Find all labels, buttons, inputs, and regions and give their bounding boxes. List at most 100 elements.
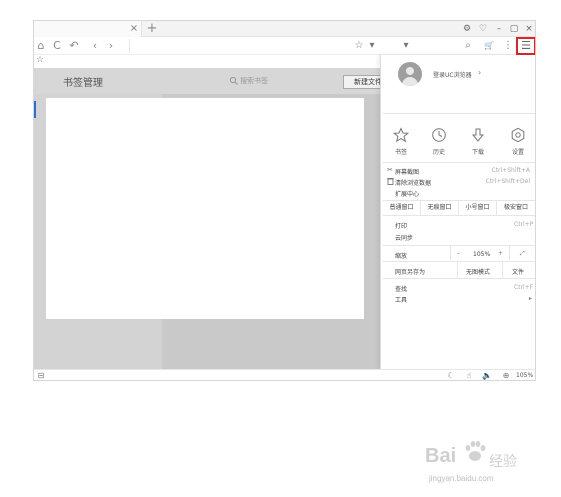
save-page-as-menu-item[interactable]: 网页另存为 — [395, 267, 425, 276]
bookmark-list[interactable] — [46, 98, 364, 319]
home-icon[interactable]: ⌂ — [35, 40, 47, 52]
bookmarks-button[interactable]: 书签 — [388, 127, 414, 157]
favorite-icon[interactable]: ♡ — [477, 23, 489, 35]
file-menu-button[interactable]: 文件 — [512, 267, 524, 276]
zoom-divider — [450, 246, 451, 260]
forward-icon[interactable]: › — [105, 40, 117, 52]
watermark-url: jingyan.baidu.com — [429, 474, 494, 483]
navigation-toolbar: ⌂ C ↶ ‹ › ☆ ▾ ▾ ⌕ 🛒 ⋮ ☰ — [34, 37, 535, 55]
search-icon — [229, 76, 238, 85]
print-menu-item[interactable]: 打印 — [395, 221, 407, 230]
clear-data-shortcut: Ctrl+Shift+Del — [485, 178, 530, 185]
history-button[interactable]: 历史 — [426, 127, 452, 157]
fullscreen-icon[interactable]: ⤢ — [520, 250, 525, 258]
browser-window: × + ⚙ ♡ – ▢ × ⌂ C ↶ ‹ › ☆ ▾ ▾ ⌕ 🛒 ⋮ ☰ ☆ … — [33, 20, 536, 381]
menu-divider — [383, 113, 535, 114]
star-icon — [393, 127, 409, 143]
bookmark-search-input[interactable]: 搜索书签 — [240, 76, 268, 86]
tools-menu-item[interactable]: 工具 — [395, 295, 407, 304]
zoom-in-button[interactable]: + — [498, 250, 503, 257]
bookmarks-label: 书签 — [394, 149, 407, 156]
window-close-icon[interactable]: × — [523, 23, 535, 35]
downloads-label: 下载 — [471, 149, 484, 156]
tab-bar: × + ⚙ ♡ – ▢ × — [34, 21, 535, 37]
menu-divider — [383, 245, 535, 246]
clear-data-label: 清除浏览数据 — [395, 180, 432, 187]
cart-icon[interactable]: 🛒 — [483, 40, 495, 52]
cloud-sync-menu-item[interactable]: 云同步 — [395, 233, 413, 242]
bookmark-star-icon[interactable]: ☆ — [353, 40, 365, 52]
incognito-window-button[interactable]: 无痕窗口 — [421, 201, 459, 215]
extensions-label: 扩展中心 — [395, 191, 420, 198]
main-menu-panel: 登录UC浏览器 › 书签 历史 下载 设置 ✂ 屏幕截图 Ctrl+Shift+… — [380, 55, 535, 369]
screenshot-shortcut: Ctrl+Shift+A — [491, 167, 530, 174]
search-icon[interactable]: ⌕ — [462, 40, 474, 52]
watermark-brand: Bai — [425, 445, 457, 467]
zoom-value: 105% — [473, 251, 491, 258]
search-engine-dropdown-icon[interactable]: ▾ — [400, 40, 412, 52]
maximize-icon[interactable]: ▢ — [508, 23, 520, 35]
active-tab[interactable]: × — [34, 21, 142, 37]
favorites-star-icon[interactable]: ☆ — [35, 55, 45, 66]
history-label: 历史 — [432, 149, 445, 156]
find-menu-item[interactable]: 查找 — [395, 284, 407, 293]
night-mode-icon[interactable]: ☾ — [446, 371, 456, 380]
zoom-out-button[interactable]: – — [457, 250, 460, 257]
menu-button[interactable]: ☰ — [516, 37, 535, 55]
menu-divider — [383, 261, 535, 262]
find-shortcut: Ctrl+F — [514, 284, 534, 291]
screenshot-menu-item[interactable]: ✂ 屏幕截图 Ctrl+Shift+A — [387, 166, 532, 176]
watermark-suffix: 经验 — [489, 454, 517, 470]
settings-label: 设置 — [511, 149, 524, 156]
refresh-icon[interactable]: C — [51, 40, 63, 52]
minimize-icon[interactable]: – — [493, 23, 505, 35]
skin-icon[interactable]: ⚙ — [461, 23, 473, 35]
normal-window-button[interactable]: 普通窗口 — [383, 201, 421, 215]
download-icon — [471, 128, 485, 142]
avatar[interactable] — [398, 62, 422, 86]
downloads-button[interactable]: 下载 — [465, 127, 491, 157]
zoom-divider — [509, 246, 510, 260]
clear-data-menu-item[interactable]: 清除浏览数据 Ctrl+Shift+Del — [387, 177, 532, 187]
alt-account-window-button[interactable]: 小号窗口 — [459, 201, 497, 215]
tab-close-icon[interactable]: × — [129, 23, 139, 34]
menu-vertical-divider — [457, 262, 458, 278]
trash-icon — [387, 178, 394, 185]
gear-icon — [511, 127, 525, 143]
login-link[interactable]: 登录UC浏览器 — [433, 70, 472, 79]
no-images-mode-button[interactable]: 无图模式 — [466, 267, 490, 276]
zoom-label: 缩放 — [395, 253, 408, 260]
sidebar-toggle-icon[interactable]: ⊟ — [36, 371, 46, 380]
selected-folder-indicator — [34, 101, 36, 118]
menu-divider — [383, 162, 535, 163]
paw-logo-icon — [465, 441, 486, 461]
print-shortcut: Ctrl+P — [514, 221, 534, 228]
address-bar[interactable] — [129, 39, 379, 53]
avatar-body-shape — [402, 77, 418, 86]
clock-icon — [432, 128, 446, 142]
menu-vertical-divider — [502, 262, 503, 278]
submenu-arrow-icon: ▸ — [529, 295, 533, 302]
address-dropdown-icon[interactable]: ▾ — [366, 40, 378, 52]
avatar-head-shape — [406, 67, 414, 75]
baidu-jingyan-watermark: Bai 经验 jingyan.baidu.com — [425, 437, 535, 485]
more-icon[interactable]: ⋮ — [502, 40, 514, 52]
new-folder-button[interactable]: 新建文件夹 — [343, 75, 385, 89]
page-title: 书签管理 — [63, 78, 103, 89]
statusbar-zoom-value[interactable]: 105% — [516, 372, 533, 379]
volume-icon[interactable]: 🔈 — [482, 371, 492, 380]
undo-close-icon[interactable]: ↶ — [68, 40, 80, 52]
screenshot-label: 屏幕截图 — [395, 169, 420, 176]
menu-divider — [383, 278, 535, 279]
settings-button[interactable]: 设置 — [505, 127, 531, 157]
new-tab-icon[interactable]: + — [146, 22, 158, 35]
chevron-right-icon[interactable]: › — [478, 68, 481, 77]
status-bar: ⊟ ☾ ☝ 🔈 ⊕ 105% — [34, 369, 535, 380]
gesture-icon[interactable]: ☝ — [464, 371, 474, 380]
zoom-icon[interactable]: ⊕ — [501, 371, 511, 380]
menu-divider — [383, 215, 535, 216]
scissors-icon: ✂ — [387, 166, 393, 174]
extensions-menu-item[interactable]: 扩展中心 — [387, 188, 532, 198]
secure-window-button[interactable]: 极安窗口 — [497, 201, 535, 215]
back-icon[interactable]: ‹ — [89, 40, 101, 52]
